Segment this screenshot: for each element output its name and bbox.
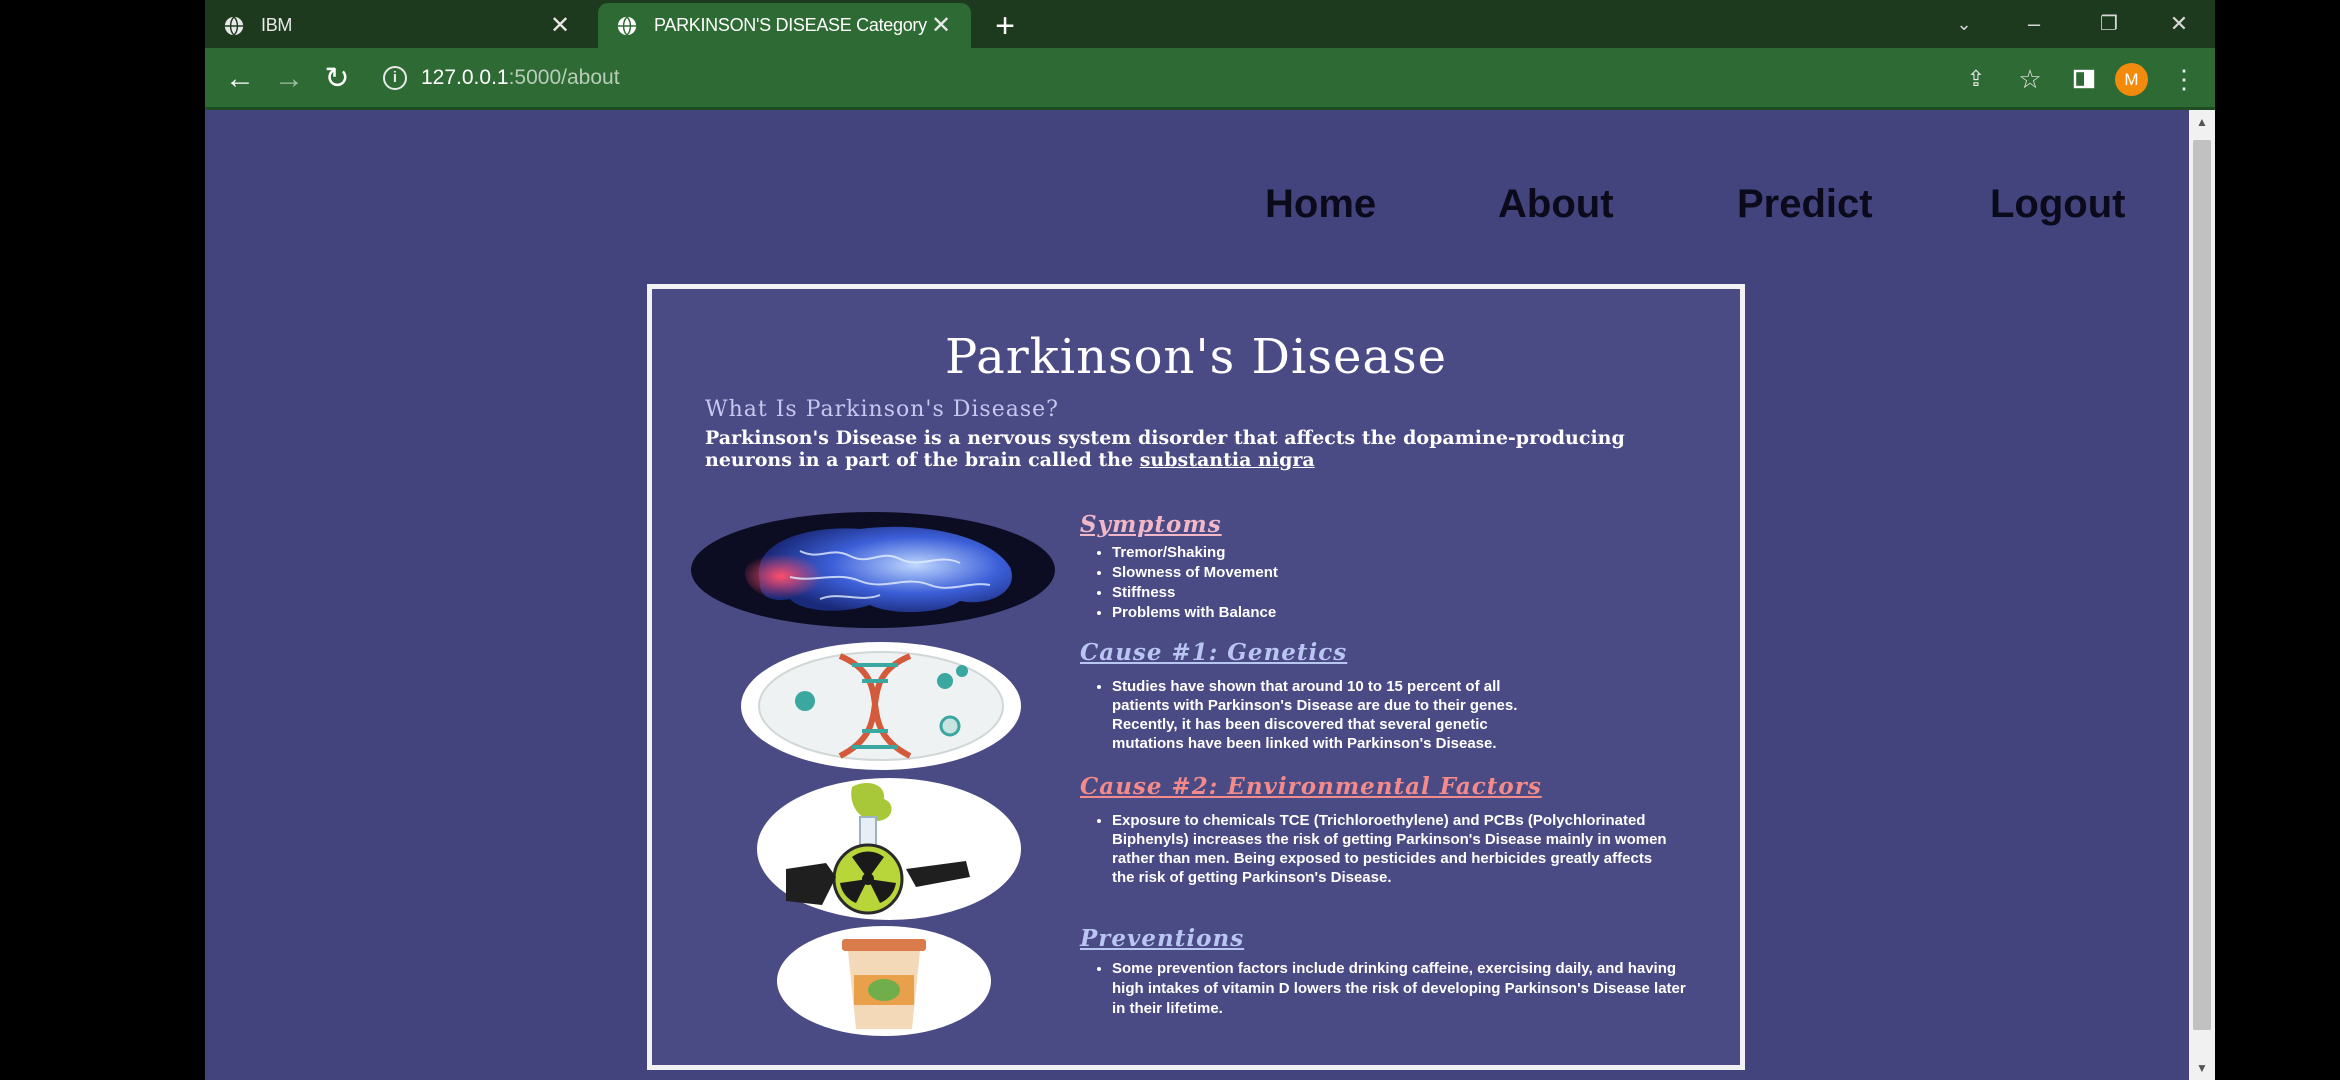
address-bar[interactable]: i 127.0.0.1:5000/about: [383, 56, 2123, 100]
dna-icon: [741, 642, 1021, 770]
brain-icon: [691, 512, 1055, 628]
parkinsons-poster: Parkinson's Disease What Is Parkinson's …: [647, 284, 1745, 1070]
scrollbar-thumb[interactable]: [2193, 140, 2211, 1030]
reload-button[interactable]: ↻: [318, 60, 356, 98]
symptom-item: Stiffness: [1112, 583, 1278, 603]
browser-window: IBM ✕ PARKINSON'S DISEASE Category ✕ + ⌄…: [205, 0, 2215, 1080]
cause-environmental-list: Exposure to chemicals TCE (Trichloroethy…: [1080, 811, 1672, 887]
profile-avatar[interactable]: M: [2115, 63, 2148, 96]
symptoms-list: Tremor/Shaking Slowness of Movement Stif…: [1080, 543, 1278, 623]
symptom-item: Problems with Balance: [1112, 603, 1278, 623]
tab-title: IBM: [261, 15, 293, 35]
restore-button[interactable]: ❐: [2085, 4, 2133, 44]
url-host: 127.0.0.1: [421, 66, 509, 89]
nav-predict-link[interactable]: Predict: [1737, 182, 1873, 227]
globe-icon: [617, 15, 637, 36]
preventions-title: Preventions: [1080, 925, 1245, 952]
browser-toolbar: ← → ↻ i 127.0.0.1:5000/about ⇪ ☆ M ⋮: [205, 48, 2215, 110]
scroll-down-arrow-icon[interactable]: ▼: [2189, 1056, 2215, 1080]
tab-ibm[interactable]: IBM ✕: [205, 3, 590, 48]
tab-parkinsons[interactable]: PARKINSON'S DISEASE Category ✕: [598, 3, 971, 48]
side-panel-icon[interactable]: [2067, 62, 2101, 96]
close-window-button[interactable]: ✕: [2155, 4, 2203, 44]
forward-button[interactable]: →: [270, 60, 308, 98]
globe-icon: [224, 15, 244, 36]
back-button[interactable]: ←: [221, 60, 259, 98]
nav-home-link[interactable]: Home: [1265, 182, 1376, 227]
coffee-cup-icon: [777, 926, 991, 1036]
tab-search-icon[interactable]: ⌄: [1940, 4, 1988, 44]
scroll-up-arrow-icon[interactable]: ▲: [2189, 110, 2215, 134]
intro-body: Parkinson's Disease is a nervous system …: [705, 427, 1665, 471]
tab-strip: IBM ✕ PARKINSON'S DISEASE Category ✕ + ⌄…: [205, 0, 2215, 48]
bookmark-star-icon[interactable]: ☆: [2013, 62, 2047, 96]
tab-title: PARKINSON'S DISEASE Category: [654, 15, 927, 35]
nav-logout-link[interactable]: Logout: [1990, 182, 2126, 227]
symptom-item: Slowness of Movement: [1112, 563, 1278, 583]
preventions-text: Some prevention factors include drinking…: [1112, 959, 1692, 1019]
new-tab-button[interactable]: +: [985, 6, 1025, 46]
minimize-button[interactable]: –: [2010, 4, 2058, 44]
close-tab-icon[interactable]: ✕: [548, 11, 572, 40]
cause-environmental-title: Cause #2: Environmental Factors: [1080, 773, 1542, 800]
cause-genetics-title: Cause #1: Genetics: [1080, 639, 1348, 666]
cause-genetics-text: Studies have shown that around 10 to 15 …: [1112, 677, 1532, 753]
menu-icon[interactable]: ⋮: [2167, 62, 2201, 96]
symptoms-title: Symptoms: [1080, 511, 1222, 538]
share-icon[interactable]: ⇪: [1959, 62, 1993, 96]
cause-genetics-list: Studies have shown that around 10 to 15 …: [1080, 677, 1532, 753]
intro-heading: What Is Parkinson's Disease?: [705, 397, 1059, 422]
page-scrollbar[interactable]: ▲ ▼: [2189, 110, 2215, 1080]
symptom-item: Tremor/Shaking: [1112, 543, 1278, 563]
preventions-list: Some prevention factors include drinking…: [1080, 959, 1692, 1019]
info-icon[interactable]: i: [383, 66, 407, 90]
page-viewport: Home About Predict Logout Parkinson's Di…: [205, 110, 2189, 1080]
cause-environmental-text: Exposure to chemicals TCE (Trichloroethy…: [1112, 811, 1672, 887]
substantia-nigra-link: substantia nigra: [1139, 449, 1315, 471]
url-path: :5000/about: [508, 66, 620, 89]
nav-about-link[interactable]: About: [1498, 182, 1614, 227]
chemical-hazard-icon: [757, 778, 1021, 920]
close-tab-icon[interactable]: ✕: [929, 11, 953, 40]
poster-title: Parkinson's Disease: [944, 329, 1448, 385]
